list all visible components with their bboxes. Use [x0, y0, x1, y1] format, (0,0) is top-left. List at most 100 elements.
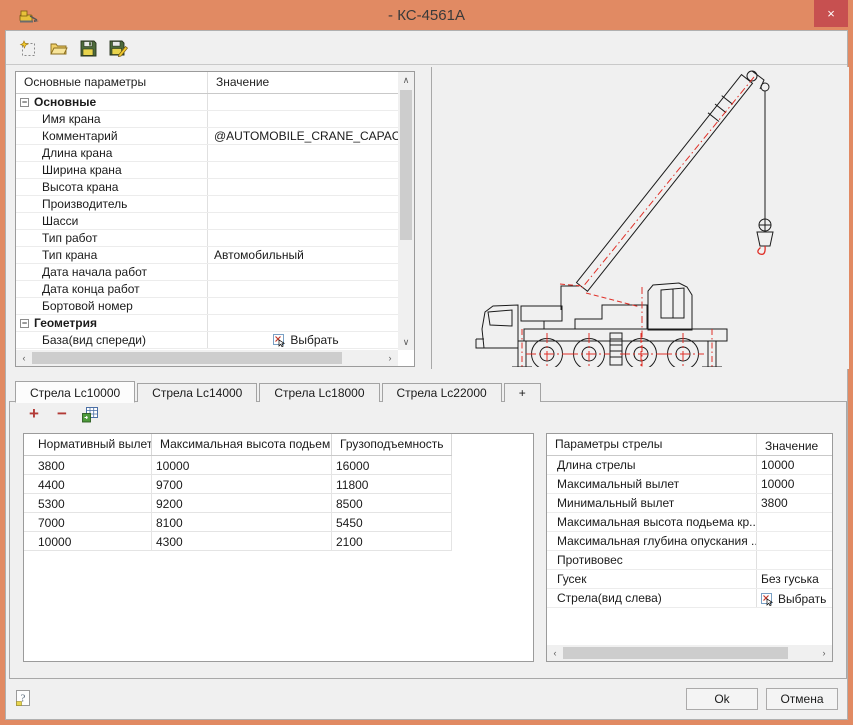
param-row[interactable]: Максимальная высота подьема кр...: [547, 513, 832, 532]
window-title: - КС-4561А: [0, 7, 853, 24]
table-row[interactable]: 7000 8100 5450: [24, 513, 452, 532]
scrollbar-thumb[interactable]: [32, 352, 342, 364]
scrollbar-thumb[interactable]: [563, 647, 788, 659]
param-value-field[interactable]: 10000: [757, 456, 832, 474]
save-button[interactable]: [77, 37, 99, 59]
tab-boom-lc10000[interactable]: Стрела Lc10000: [15, 381, 135, 403]
column-header-boom-params[interactable]: Параметры стрелы: [547, 434, 757, 455]
scroll-down-arrow[interactable]: ∨: [398, 334, 414, 350]
dialog-body: Основные параметры Значение −Основные Им…: [5, 30, 848, 720]
scroll-right-arrow[interactable]: ›: [816, 645, 832, 661]
property-value-field[interactable]: [208, 230, 398, 246]
horizontal-scrollbar[interactable]: ‹ ›: [16, 350, 398, 366]
import-table-button[interactable]: [81, 405, 99, 423]
param-value-field[interactable]: 10000: [757, 475, 832, 493]
new-file-button[interactable]: [17, 37, 39, 59]
tab-add-boom[interactable]: +: [504, 383, 541, 402]
column-header-value[interactable]: Значение: [208, 72, 398, 93]
property-value-field[interactable]: [208, 213, 398, 229]
image-placeholder-icon: [273, 334, 286, 347]
property-value-field[interactable]: [208, 264, 398, 280]
save-as-icon: [108, 39, 128, 57]
property-value-field[interactable]: @AUTOMOBILE_CRANE_CAPACITY;: [208, 128, 398, 144]
scroll-left-arrow[interactable]: ‹: [16, 350, 32, 366]
param-row[interactable]: Максимальный вылет 10000: [547, 475, 832, 494]
scrollbar-thumb[interactable]: [400, 90, 412, 240]
tab-boom-lc22000[interactable]: Стрела Lc22000: [382, 383, 502, 402]
property-group-row[interactable]: −Основные: [16, 94, 398, 111]
crane-drawing: [432, 67, 848, 367]
pick-boom-image-button[interactable]: Выбрать: [761, 590, 832, 607]
file-toolbar: [17, 37, 129, 61]
tab-boom-lc18000[interactable]: Стрела Lc18000: [259, 383, 379, 402]
scroll-right-arrow[interactable]: ›: [382, 350, 398, 366]
property-value-field[interactable]: Автомобильный: [208, 247, 398, 263]
property-value-field[interactable]: [208, 281, 398, 297]
add-row-button[interactable]: +: [25, 405, 43, 423]
table-row[interactable]: 10000 4300 2100: [24, 532, 452, 551]
property-row[interactable]: База(вид спереди) Выбрать: [16, 332, 398, 349]
property-row[interactable]: Комментарий @AUTOMOBILE_CRANE_CAPACITY;: [16, 128, 398, 145]
column-header-outreach[interactable]: Нормативный вылет: [24, 434, 152, 455]
param-row[interactable]: Противовес: [547, 551, 832, 570]
param-value-field[interactable]: [757, 532, 832, 550]
scroll-left-arrow[interactable]: ‹: [547, 645, 563, 661]
save-as-button[interactable]: [107, 37, 129, 59]
property-row[interactable]: Высота крана: [16, 179, 398, 196]
cancel-button[interactable]: Отмена: [766, 688, 838, 710]
vertical-scrollbar[interactable]: ∧ ∨: [398, 72, 414, 350]
boom-tabs: Стрела Lc10000 Стрела Lc14000 Стрела Lc1…: [15, 380, 543, 402]
property-value-field[interactable]: [208, 111, 398, 127]
table-row[interactable]: 5300 9200 8500: [24, 494, 452, 513]
collapse-icon[interactable]: −: [20, 98, 29, 107]
titlebar[interactable]: - КС-4561А ×: [0, 0, 853, 30]
column-header-value[interactable]: Значение: [757, 434, 832, 455]
property-row[interactable]: Длина крана: [16, 145, 398, 162]
property-row[interactable]: Шасси: [16, 213, 398, 230]
remove-row-button[interactable]: −: [53, 405, 71, 423]
param-row[interactable]: Длина стрелы 10000: [547, 456, 832, 475]
column-header-capacity[interactable]: Грузоподъемность: [332, 434, 452, 455]
property-row[interactable]: Тип крана Автомобильный: [16, 247, 398, 264]
pick-base-image-button[interactable]: Выбрать: [273, 332, 338, 348]
table-row[interactable]: 4400 9700 11800: [24, 475, 452, 494]
boom-params-header: Параметры стрелы Значение: [547, 434, 832, 456]
param-row[interactable]: Минимальный вылет 3800: [547, 494, 832, 513]
property-group-row[interactable]: −Геометрия: [16, 315, 398, 332]
close-button[interactable]: ×: [814, 0, 848, 27]
column-header-max-height[interactable]: Максимальная высота подьем...: [152, 434, 332, 455]
param-value-field[interactable]: Без гуська: [757, 570, 832, 588]
import-table-icon: [81, 406, 99, 423]
scroll-up-arrow[interactable]: ∧: [398, 72, 414, 88]
property-row[interactable]: Тип работ: [16, 230, 398, 247]
param-value-field[interactable]: [757, 513, 832, 531]
property-value-field[interactable]: [208, 145, 398, 161]
ok-button[interactable]: Ok: [686, 688, 758, 710]
property-row[interactable]: Дата начала работ: [16, 264, 398, 281]
property-value-field[interactable]: [208, 196, 398, 212]
property-value-field[interactable]: [208, 162, 398, 178]
property-row[interactable]: Имя крана: [16, 111, 398, 128]
property-value-field[interactable]: [208, 298, 398, 314]
toolbar-separator: [6, 64, 847, 65]
load-chart-table: Нормативный вылет Максимальная высота по…: [23, 433, 534, 662]
param-row[interactable]: Стрела(вид слева) Выбрать: [547, 589, 832, 608]
property-row[interactable]: Дата конца работ: [16, 281, 398, 298]
horizontal-scrollbar[interactable]: ‹ ›: [547, 645, 832, 661]
param-value-field[interactable]: 3800: [757, 494, 832, 512]
tab-boom-lc14000[interactable]: Стрела Lc14000: [137, 383, 257, 402]
help-icon: ?: [15, 689, 32, 708]
table-row[interactable]: 3800 10000 16000: [24, 456, 452, 475]
param-value-field[interactable]: [757, 551, 832, 569]
param-row[interactable]: Максимальная глубина опускания ...: [547, 532, 832, 551]
property-row[interactable]: Бортовой номер: [16, 298, 398, 315]
help-button[interactable]: ?: [15, 689, 32, 708]
param-row[interactable]: Гусек Без гуська: [547, 570, 832, 589]
property-row[interactable]: Производитель: [16, 196, 398, 213]
group-label: Геометрия: [34, 315, 97, 331]
column-header-parameters[interactable]: Основные параметры: [16, 72, 208, 93]
open-file-button[interactable]: [47, 37, 69, 59]
property-row[interactable]: Ширина крана: [16, 162, 398, 179]
property-value-field[interactable]: [208, 179, 398, 195]
collapse-icon[interactable]: −: [20, 319, 29, 328]
